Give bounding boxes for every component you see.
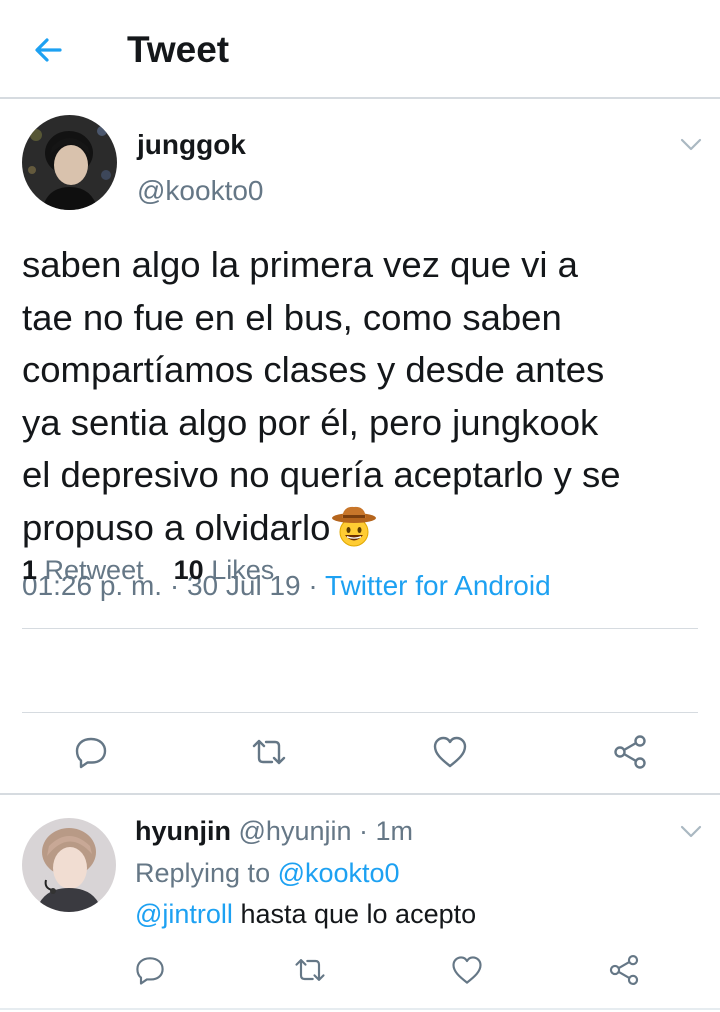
page-title: Tweet — [127, 29, 230, 70]
heart-icon[interactable] — [449, 952, 485, 988]
avatar-image — [22, 115, 117, 210]
likes-stat[interactable]: 10 Likes — [174, 555, 275, 585]
reply-avatar[interactable] — [22, 818, 116, 912]
tweet-source-link[interactable]: Twitter for Android — [325, 570, 551, 601]
retweet-label: Retweet — [44, 555, 144, 585]
reply-time: 1m — [375, 816, 414, 846]
retweet-count: 1 — [22, 555, 38, 585]
tweet-text-body: saben algo la primera vez que vi a tae n… — [22, 244, 621, 548]
divider — [0, 1008, 720, 1010]
section-divider — [0, 793, 720, 795]
reply-icon[interactable] — [132, 952, 168, 988]
back-arrow-icon[interactable] — [28, 30, 68, 70]
chevron-down-icon[interactable] — [678, 818, 704, 844]
replying-to-label: Replying to — [135, 858, 278, 888]
replying-to: Replying to @kookto0 — [135, 856, 400, 890]
author-name[interactable]: junggok — [137, 128, 246, 162]
tweet-text: saben algo la primera vez que vi a tae n… — [22, 239, 712, 554]
replying-to-handle[interactable]: @kookto0 — [278, 858, 400, 888]
retweets-stat[interactable]: 1 Retweet — [22, 555, 144, 585]
reply-author-handle[interactable]: @hyunjin — [239, 816, 352, 846]
divider — [22, 712, 698, 713]
meta-separator: · — [300, 570, 326, 601]
reply-icon[interactable] — [71, 732, 111, 772]
tweet-stats: 1 Retweet 10 Likes — [22, 554, 274, 586]
author-handle[interactable]: @kookto0 — [137, 174, 264, 208]
reply-text: @jintroll hasta que lo acepto — [135, 897, 476, 931]
chevron-down-icon[interactable] — [678, 131, 704, 157]
reply-mention[interactable]: @jintroll — [135, 899, 233, 929]
top-bar: Tweet — [0, 0, 720, 99]
retweet-icon[interactable] — [292, 952, 328, 988]
avatar[interactable] — [22, 115, 117, 210]
reply-author-name[interactable]: hyunjin — [135, 816, 231, 846]
cowboy-hat-face-icon — [332, 506, 377, 546]
like-count: 10 — [173, 555, 204, 585]
like-label: Likes — [211, 555, 275, 585]
reply-header: hyunjin @hyunjin · 1m — [135, 814, 413, 848]
reply-avatar-image — [22, 818, 116, 912]
retweet-icon[interactable] — [249, 732, 289, 772]
share-icon[interactable] — [606, 952, 642, 988]
reply-dot: · — [351, 816, 376, 846]
reply-text-body: hasta que lo acepto — [232, 899, 477, 929]
heart-icon[interactable] — [430, 732, 470, 772]
share-icon[interactable] — [610, 732, 650, 772]
divider — [22, 628, 698, 629]
